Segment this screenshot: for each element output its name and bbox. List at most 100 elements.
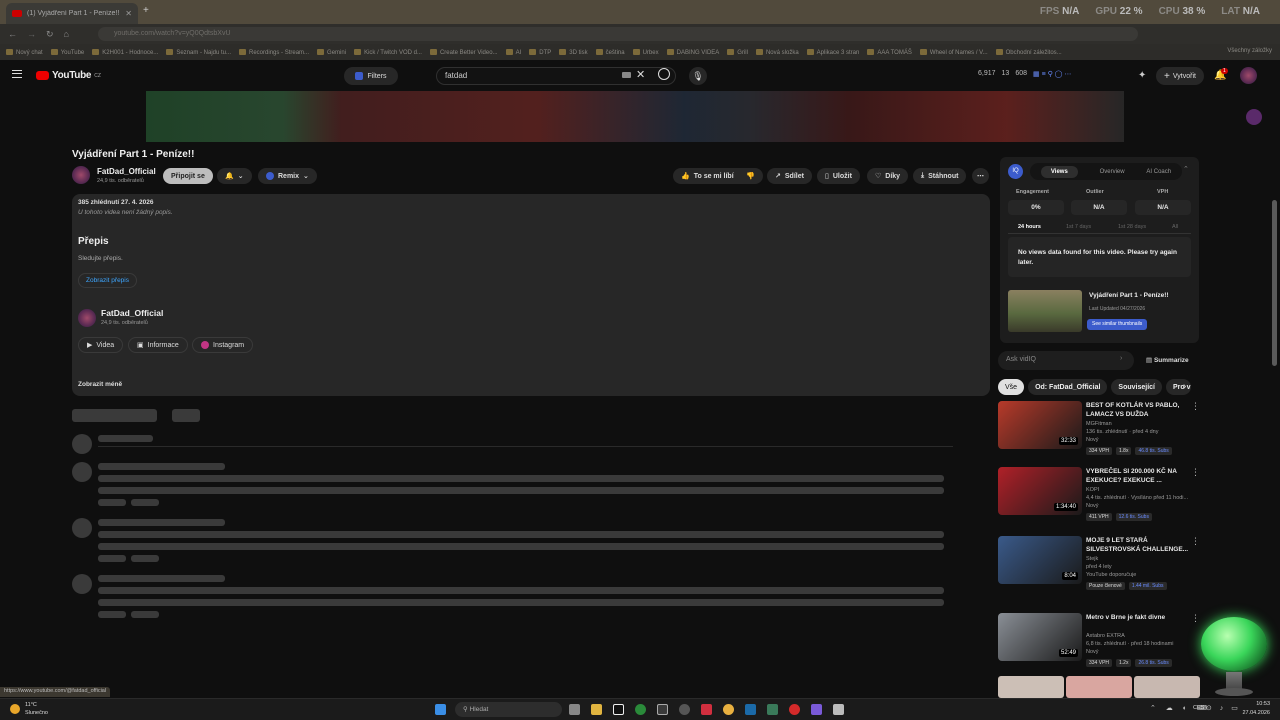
bookmark-item[interactable]: AI bbox=[506, 49, 522, 56]
download-button[interactable]: ⤓ Stáhnout bbox=[913, 168, 967, 184]
vidiq-thumbnail[interactable] bbox=[1008, 290, 1082, 332]
bookmark-item[interactable]: Urbex bbox=[633, 49, 659, 56]
recommendation-item[interactable]: 52:49 Metro v Brne je fakt divne Axtabro E… bbox=[998, 613, 1202, 673]
bookmark-item[interactable]: Nová složka bbox=[756, 49, 799, 56]
task-view-icon[interactable] bbox=[569, 704, 580, 715]
file-explorer-icon[interactable] bbox=[591, 704, 602, 715]
join-button[interactable]: Připojit se bbox=[163, 168, 213, 184]
new-tab-icon[interactable]: + bbox=[143, 5, 149, 16]
video-thumbnail[interactable]: 8:04 bbox=[998, 536, 1082, 584]
subscribe-bell-button[interactable]: 🔔 ⌄ bbox=[217, 168, 252, 184]
bookmark-item[interactable]: K2H001 - Hodnoce... bbox=[92, 49, 158, 56]
bookmark-item[interactable]: DTP bbox=[529, 49, 551, 56]
partial-thumbnail[interactable] bbox=[998, 676, 1064, 698]
description-channel-name[interactable]: FatDad_Official bbox=[101, 308, 163, 318]
instagram-button[interactable]: Instagram bbox=[192, 337, 254, 353]
bookmark-item[interactable]: Kick / Twitch VOD d... bbox=[354, 49, 422, 56]
show-transcript-button[interactable]: Zobrazit přepis bbox=[78, 273, 137, 288]
discord-icon[interactable] bbox=[811, 704, 822, 715]
recommendation-item[interactable]: 8:04 MOJE 9 LET STARÁ SILVESTROVSKÁ CHALL… bbox=[998, 536, 1202, 596]
more-options-icon[interactable]: ⋮ bbox=[1191, 536, 1200, 547]
app-icon[interactable] bbox=[701, 704, 712, 715]
dislike-button[interactable]: 👎 bbox=[738, 168, 763, 184]
account-avatar[interactable] bbox=[1240, 67, 1257, 84]
video-thumbnail[interactable]: 52:49 bbox=[998, 613, 1082, 661]
send-arrow-icon[interactable]: › bbox=[1120, 355, 1122, 362]
share-button[interactable]: ↗ Sdílet bbox=[767, 168, 812, 184]
github-icon[interactable] bbox=[679, 704, 690, 715]
close-tab-icon[interactable]: ✕ bbox=[125, 9, 132, 18]
channel-name[interactable]: FatDad_Official bbox=[97, 167, 156, 176]
filters-button[interactable]: Filters bbox=[344, 67, 398, 85]
range-7d[interactable]: 1st 7 days bbox=[1066, 224, 1091, 230]
xbox-icon[interactable] bbox=[635, 704, 646, 715]
range-24h[interactable]: 24 hours bbox=[1018, 224, 1041, 230]
opera-icon[interactable] bbox=[789, 704, 800, 715]
recommendation-item[interactable]: 1:34:40 VYBREČEL SI 200.000 KČ NA EXEKUCE… bbox=[998, 467, 1202, 527]
range-all[interactable]: All bbox=[1172, 224, 1178, 230]
microphone-icon[interactable]: 🎙 bbox=[689, 67, 707, 85]
notepad-icon[interactable] bbox=[833, 704, 844, 715]
tab-overview[interactable]: Overview bbox=[1100, 169, 1125, 175]
range-28d[interactable]: 1st 28 days bbox=[1118, 224, 1146, 230]
more-options-icon[interactable]: ⋮ bbox=[1191, 613, 1200, 624]
thanks-button[interactable]: ♡ Díky bbox=[867, 168, 909, 184]
more-actions-icon[interactable]: ⋯ bbox=[972, 168, 989, 184]
summarize-button[interactable]: ▤ Summarize bbox=[1146, 356, 1189, 364]
bookmark-item[interactable]: Seznam - Najdu tu... bbox=[166, 49, 231, 56]
ask-vidiq-input[interactable]: Ask vidIQ bbox=[998, 351, 1134, 370]
bookmark-item[interactable]: 3D tisk bbox=[559, 49, 587, 56]
home-icon[interactable]: ⌂ bbox=[64, 29, 69, 39]
bookmark-item[interactable]: čeština bbox=[596, 49, 625, 56]
reload-icon[interactable]: ↻ bbox=[46, 29, 54, 40]
save-button[interactable]: ▯ Uložit bbox=[817, 168, 860, 184]
clear-search-icon[interactable]: ✕ bbox=[636, 68, 645, 81]
url-field[interactable]: youtube.com/watch?v=yQ0QdtsbXvU bbox=[98, 27, 1138, 41]
remix-button[interactable]: Remix ⌄ bbox=[258, 168, 317, 184]
keyboard-icon[interactable] bbox=[622, 72, 631, 78]
windows-start-icon[interactable] bbox=[435, 704, 446, 715]
rec-title[interactable]: BEST OF KOTLÁR VS PABLO, LAMACZ VS DUŽDA bbox=[1086, 401, 1192, 419]
info-button[interactable]: ▣ Informace bbox=[128, 337, 188, 353]
channel-avatar[interactable] bbox=[72, 166, 90, 184]
vidiq-tools-icon[interactable]: ▦ ≡ ⚲ ◯ ⋯ bbox=[1033, 70, 1071, 78]
back-icon[interactable]: ← bbox=[8, 29, 17, 39]
chip-for-you[interactable]: Pro v bbox=[1165, 379, 1191, 395]
chip-from-channel[interactable]: Od: FatDad_Official bbox=[1028, 379, 1108, 395]
bookmark-item[interactable]: Grill bbox=[727, 49, 748, 56]
search-icon[interactable] bbox=[658, 68, 670, 80]
app-icon[interactable] bbox=[767, 704, 778, 715]
like-button[interactable]: 👍 To se mi líbí bbox=[673, 168, 742, 184]
more-options-icon[interactable]: ⋮ bbox=[1191, 467, 1200, 478]
bookmark-item[interactable]: YouTube bbox=[51, 49, 85, 56]
rec-title[interactable]: VYBREČEL SI 200.000 KČ NA EXEKUCE? EXEKU… bbox=[1086, 467, 1192, 485]
bookmark-item[interactable]: Gemini bbox=[317, 49, 346, 56]
menu-icon[interactable] bbox=[12, 70, 22, 78]
rec-title[interactable]: Metro v Brne je fakt divne bbox=[1086, 613, 1192, 622]
chip-all[interactable]: Vše bbox=[998, 379, 1025, 395]
weather-sun-icon[interactable] bbox=[10, 704, 20, 714]
youtube-logo[interactable]: YouTube CZ bbox=[36, 70, 101, 81]
bookmark-item[interactable]: Aplikace 3 stran bbox=[807, 49, 860, 56]
similar-thumbnails-button[interactable]: See similar thumbnails bbox=[1087, 319, 1148, 330]
video-thumbnail[interactable]: 32:33 bbox=[998, 401, 1082, 449]
rec-channel[interactable]: Axtabro EXTRA bbox=[1086, 633, 1125, 639]
bookmark-item[interactable]: Wheel of Names / V... bbox=[920, 49, 988, 56]
side-extension-icon[interactable] bbox=[1246, 109, 1262, 125]
collapse-icon[interactable]: ⌃ bbox=[1183, 165, 1189, 173]
chips-next-icon[interactable]: › bbox=[1183, 381, 1186, 392]
bookmark-item[interactable]: DABING VIDEA bbox=[667, 49, 720, 56]
video-thumbnail[interactable]: 1:34:40 bbox=[998, 467, 1082, 515]
show-less-button[interactable]: Zobrazit méně bbox=[78, 381, 122, 388]
browser-tab[interactable]: (1) Vyjádření Part 1 - Peníze!! ✕ bbox=[6, 3, 138, 24]
partial-thumbnail[interactable] bbox=[1066, 676, 1132, 698]
bookmark-item[interactable]: AAA TOMÁŠ bbox=[867, 49, 911, 56]
tab-views[interactable]: Views bbox=[1040, 165, 1078, 178]
video-player[interactable] bbox=[146, 91, 1124, 142]
page-scrollbar[interactable] bbox=[1272, 200, 1277, 366]
create-button[interactable]: + Vytvořit bbox=[1156, 67, 1204, 85]
rec-title[interactable]: MOJE 9 LET STARÁ SILVESTROVSKÁ CHALLENGE… bbox=[1086, 536, 1192, 554]
more-options-icon[interactable]: ⋮ bbox=[1191, 401, 1200, 412]
chip-related[interactable]: Související bbox=[1111, 379, 1162, 395]
description-box[interactable] bbox=[72, 194, 990, 396]
